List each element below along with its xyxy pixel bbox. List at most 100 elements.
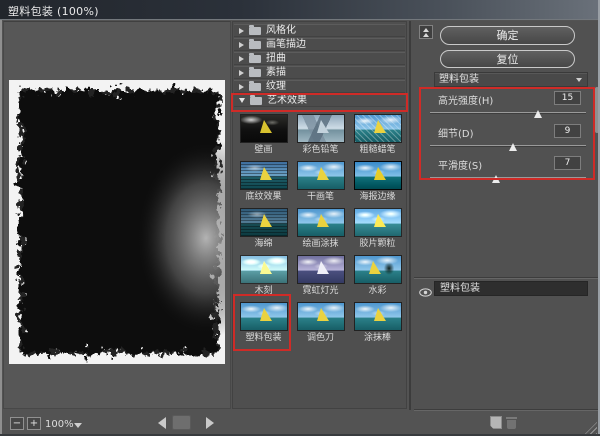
reset-button[interactable]: 复位	[440, 50, 575, 68]
filter-thumb-rough-pastels[interactable]: 粗糙蜡笔	[349, 112, 406, 159]
thumbnail-image	[240, 114, 288, 143]
thumbnail-image	[240, 302, 288, 331]
filter-thumb-smudge-stick[interactable]: 涂抹棒	[349, 300, 406, 347]
filter-thumbnail-grid: 壁画 彩色铅笔 粗糙蜡笔 底纹效果 干画笔 海报边缘	[235, 112, 406, 347]
zoom-level-value[interactable]: 100%	[45, 419, 74, 430]
effect-layer-plastic-wrap[interactable]: 塑料包装	[434, 281, 588, 296]
preview-panel	[3, 21, 231, 409]
filter-select-dropdown[interactable]: 塑料包装	[434, 72, 588, 87]
category-label: 素描	[266, 66, 286, 79]
new-layer-icon	[490, 416, 502, 429]
filter-thumb-dry-brush[interactable]: 干画笔	[292, 159, 349, 206]
category-label: 风格化	[266, 24, 296, 37]
detail-label: 细节(D)	[438, 125, 474, 140]
hide-thumbnails-button[interactable]	[419, 25, 433, 39]
zoom-in-button[interactable]: +	[27, 417, 41, 430]
divider	[414, 277, 599, 279]
filter-thumb-watercolor[interactable]: 水彩	[349, 253, 406, 300]
folder-icon	[249, 83, 261, 91]
collapsed-triangle-icon	[239, 56, 244, 62]
slider-thumb[interactable]	[492, 175, 500, 183]
new-effect-layer-button[interactable]	[490, 416, 502, 429]
collapsed-triangle-icon	[239, 28, 244, 34]
scroll-left-arrow[interactable]	[158, 417, 166, 429]
delete-effect-layer-button[interactable]	[506, 416, 517, 429]
ok-button[interactable]: 确定	[440, 26, 575, 45]
thumbnail-image	[297, 208, 345, 237]
window-border-left	[0, 20, 2, 436]
slider-thumb[interactable]	[509, 143, 517, 151]
collapsed-triangle-icon	[239, 70, 244, 76]
chevron-up-icon	[423, 28, 429, 32]
category-label: 纹理	[266, 80, 286, 93]
scroll-right-arrow[interactable]	[206, 417, 214, 429]
thumbnail-image	[297, 161, 345, 190]
smoothness-slider[interactable]	[430, 177, 586, 179]
category-artistic[interactable]: 艺术效果	[234, 94, 405, 107]
filter-thumb-film-grain[interactable]: 胶片颗粒	[349, 206, 406, 253]
folder-icon	[249, 69, 261, 77]
category-list: 风格化 画笔描边 扭曲 素描 纹理	[234, 24, 405, 108]
slider-thumb[interactable]	[534, 110, 542, 118]
filter-gallery-dialog: 塑料包装 (100%)	[0, 0, 600, 436]
folder-icon	[249, 41, 261, 49]
filter-thumb-palette-knife[interactable]: 调色刀	[292, 300, 349, 347]
highlight-strength-slider[interactable]	[430, 112, 586, 114]
detail-value[interactable]: 9	[554, 124, 581, 138]
filter-list-panel: 风格化 画笔描边 扭曲 素描 纹理	[232, 21, 407, 409]
filter-thumb-neon-glow[interactable]: 霓虹灯光	[292, 253, 349, 300]
filter-thumb-underpainting[interactable]: 底纹效果	[235, 159, 292, 206]
title-bar[interactable]: 塑料包装 (100%)	[0, 0, 600, 20]
trash-icon	[506, 417, 517, 419]
thumbnail-image	[354, 255, 402, 284]
thumbnail-image	[354, 114, 402, 143]
visibility-eye-icon[interactable]	[419, 282, 433, 296]
zoom-out-button[interactable]: −	[10, 417, 24, 430]
zoom-dropdown-caret-icon[interactable]	[74, 423, 82, 428]
thumbnail-image	[297, 255, 345, 284]
thumbnail-image	[240, 208, 288, 237]
folder-icon	[249, 55, 261, 63]
category-label: 画笔描边	[266, 38, 306, 51]
category-sketch[interactable]: 素描	[234, 66, 405, 79]
divider	[414, 409, 599, 411]
open-folder-icon	[250, 97, 262, 105]
preview-image[interactable]	[9, 80, 225, 364]
category-distort[interactable]: 扭曲	[234, 52, 405, 65]
highlight-strength-value[interactable]: 15	[554, 91, 581, 105]
folder-icon	[249, 27, 261, 35]
chevron-up-icon	[423, 33, 429, 37]
smoothness-label: 平滑度(S)	[438, 157, 482, 172]
filter-thumb-poster-edges[interactable]: 海报边缘	[349, 159, 406, 206]
settings-panel: 确定 复位 塑料包装 高光强度(H) 15 细节(D) 9 平滑度(S) 7	[409, 21, 600, 410]
thumbnail-image	[297, 114, 345, 143]
expanded-triangle-icon	[239, 98, 245, 103]
smoothness-value[interactable]: 7	[554, 156, 581, 170]
resize-grip[interactable]	[585, 422, 597, 434]
thumbnail-image	[354, 302, 402, 331]
thumbnail-image	[240, 255, 288, 284]
filter-thumb-fresco[interactable]: 壁画	[235, 112, 292, 159]
filter-thumb-cutout[interactable]: 木刻	[235, 253, 292, 300]
category-stylize[interactable]: 风格化	[234, 24, 405, 37]
filter-thumb-sponge[interactable]: 海绵	[235, 206, 292, 253]
filter-thumb-colored-pencil[interactable]: 彩色铅笔	[292, 112, 349, 159]
category-texture[interactable]: 纹理	[234, 80, 405, 93]
detail-slider[interactable]	[430, 145, 586, 147]
category-brush-strokes[interactable]: 画笔描边	[234, 38, 405, 51]
thumbnail-image	[297, 302, 345, 331]
thumbnail-image	[240, 161, 288, 190]
filter-select-value: 塑料包装	[439, 74, 479, 85]
collapsed-triangle-icon	[239, 42, 244, 48]
horizontal-scrollbar-thumb[interactable]	[172, 415, 191, 430]
filter-thumb-paint-daubs[interactable]: 绘画涂抹	[292, 206, 349, 253]
category-label: 艺术效果	[267, 94, 307, 107]
filter-thumb-plastic-wrap[interactable]: 塑料包装	[235, 300, 292, 347]
category-label: 扭曲	[266, 52, 286, 65]
collapsed-triangle-icon	[239, 84, 244, 90]
thumbnail-image	[354, 161, 402, 190]
highlight-strength-label: 高光强度(H)	[438, 92, 493, 107]
thumbnail-image	[354, 208, 402, 237]
chevron-down-icon	[576, 78, 582, 82]
dialog-title: 塑料包装 (100%)	[8, 3, 99, 19]
